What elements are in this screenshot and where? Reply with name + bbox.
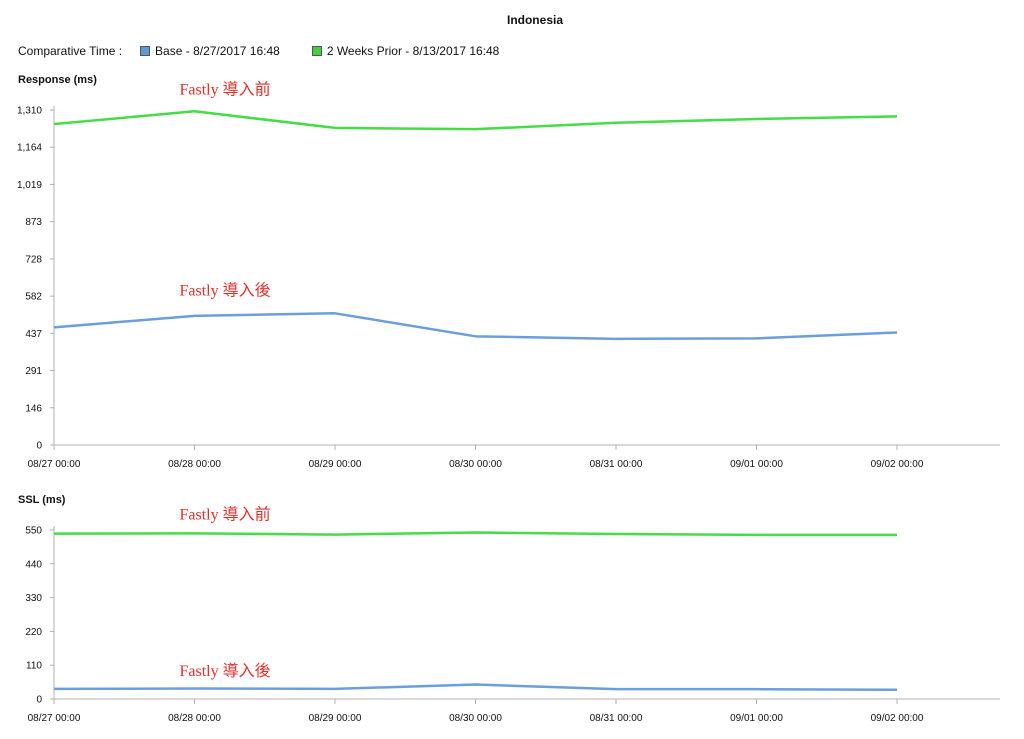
annotation-label: Fastly 導入前 [180,80,271,99]
x-tick-label: 08/30 00:00 [449,713,502,724]
y-tick-label: 1,019 [17,180,42,191]
y-tick-label: 146 [25,403,42,414]
y-tick-label: 0 [36,695,42,706]
legend-swatch-prior [311,46,322,56]
series-line-1[interactable] [53,531,897,537]
legend-item-base[interactable]: Base - 8/27/2017 16:48 [140,44,280,58]
x-tick-label: 08/29 00:00 [309,459,362,470]
y-tick-label: 440 [25,559,42,570]
x-tick-label: 09/02 00:00 [871,459,924,470]
y-tick-label: 550 [25,526,42,537]
series-line-0[interactable] [53,683,898,692]
y-tick-label: 728 [25,254,42,265]
response-chart: 0 146 291 437 582 728 873 1,019 1,164 1,310 08/27 … [17,80,1000,470]
y-tick-label: 291 [25,366,42,377]
ssl-chart-title: SSL (ms) [18,494,66,506]
x-tick-label: 08/28 00:00 [168,459,221,470]
x-tick-label: 08/28 00:00 [168,713,221,724]
x-tick-label: 09/01 00:00 [730,459,783,470]
y-tick-label: 220 [25,627,42,638]
y-tick-label: 0 [36,441,42,452]
series-line-0[interactable] [53,312,898,341]
annotation-label: Fastly 導入後 [180,280,271,299]
legend-item-prior[interactable]: 2 Weeks Prior - 8/13/2017 16:48 [311,44,500,58]
legend-swatch-base [140,46,151,56]
legend-label-base: Base - 8/27/2017 16:48 [155,44,280,58]
x-tick-label: 09/02 00:00 [871,713,924,724]
x-tick-label: 08/27 00:00 [28,459,81,470]
y-tick-label: 1,310 [17,106,42,117]
x-tick-label: 08/30 00:00 [449,459,502,470]
x-tick-label: 08/31 00:00 [590,713,643,724]
y-tick-label: 873 [25,217,42,228]
y-tick-label: 330 [25,593,42,604]
x-tick-label: 08/27 00:00 [28,713,81,724]
page-title: Indonesia [506,13,563,27]
y-tick-label: 437 [25,329,42,340]
legend: Comparative Time : Base - 8/27/2017 16:4… [18,43,531,59]
series-line-1[interactable] [53,110,898,131]
x-tick-label: 08/29 00:00 [309,713,362,724]
y-tick-label: 110 [26,661,42,672]
response-chart-title: Response (ms) [18,74,97,86]
x-tick-label: 09/01 00:00 [730,713,783,724]
annotation-label: Fastly 導入前 [180,504,271,523]
x-tick-label: 08/31 00:00 [590,459,643,470]
y-tick-label: 582 [25,292,42,303]
legend-label-prior: 2 Weeks Prior - 8/13/2017 16:48 [326,44,500,58]
ssl-chart: 0 110 220 330 440 550 08/27 00:00 08/28 00:00 08… [25,504,1000,724]
annotation-label: Fastly 導入後 [180,661,271,680]
legend-prefix-label: Comparative Time : [18,44,123,58]
y-tick-label: 1,164 [17,143,42,154]
